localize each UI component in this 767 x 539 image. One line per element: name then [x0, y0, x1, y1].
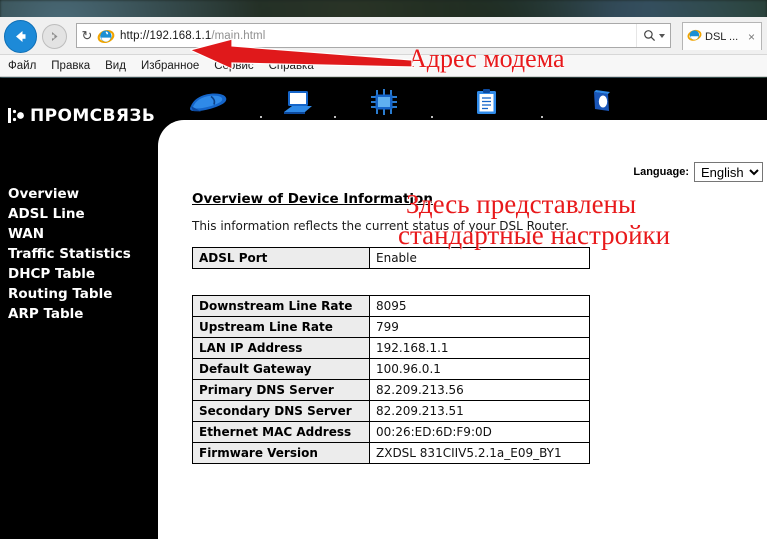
- row-value: Enable: [369, 247, 590, 269]
- url-text[interactable]: http://192.168.1.1/main.html: [117, 30, 636, 42]
- row-key: ADSL Port: [192, 247, 370, 269]
- address-bar[interactable]: ↻ http://192.168.1.1/main.html: [76, 23, 671, 48]
- url-path: /main.html: [211, 29, 266, 42]
- table-row: ADSL Port Enable: [192, 247, 590, 269]
- tab-title: DSL ...: [705, 30, 739, 43]
- row-value: 192.168.1.1: [369, 337, 590, 359]
- main-content: Overview of Device Information This info…: [192, 190, 752, 464]
- row-key: Secondary DNS Server: [192, 400, 370, 422]
- table-row: Upstream Line Rate 799: [192, 316, 590, 338]
- language-dropdown[interactable]: English: [694, 162, 763, 182]
- url-host: http://192.168.1.1: [120, 29, 212, 42]
- menu-item-edit[interactable]: Правка: [51, 60, 90, 72]
- back-button[interactable]: [4, 20, 37, 53]
- row-key: Downstream Line Rate: [192, 295, 370, 317]
- brand-logo: ПРОМСВЯЗЬ: [8, 106, 155, 126]
- magnifier-icon: [643, 30, 655, 42]
- back-arrow-icon: [16, 31, 26, 42]
- clipboard-icon: [473, 86, 501, 116]
- row-key: Ethernet MAC Address: [192, 421, 370, 443]
- table-row: Ethernet MAC Address 00:26:ED:6D:F9:0D: [192, 421, 590, 443]
- sidebar-item-dhcp-table[interactable]: DHCP Table: [8, 264, 158, 284]
- tab-ie-icon: [687, 27, 702, 47]
- ie-logo-icon: [97, 27, 117, 45]
- row-value: 82.209.213.51: [369, 400, 590, 422]
- row-value: 8095: [369, 295, 590, 317]
- sidebar-item-overview[interactable]: Overview: [8, 184, 158, 204]
- row-value: ZXDSL 831CIIV5.2.1a_E09_BY1: [369, 442, 590, 464]
- browser-tab[interactable]: DSL ... ×: [682, 22, 762, 50]
- language-selector[interactable]: Language: English: [633, 162, 763, 182]
- mouse-icon: [187, 86, 229, 116]
- table-row: Primary DNS Server 82.209.213.56: [192, 379, 590, 401]
- row-value: 100.96.0.1: [369, 358, 590, 380]
- row-key: Upstream Line Rate: [192, 316, 370, 338]
- page-subtitle: This information reflects the current st…: [192, 219, 570, 233]
- chip-icon: [369, 86, 399, 116]
- chevron-down-icon: [658, 33, 665, 38]
- page-title: Overview of Device Information: [192, 191, 433, 207]
- row-value: 82.209.213.56: [369, 379, 590, 401]
- sidebar-item-arp-table[interactable]: ARP Table: [8, 304, 158, 324]
- search-icon[interactable]: [636, 24, 670, 47]
- menu-item-favorites[interactable]: Избранное: [141, 60, 199, 72]
- browser-window: ↻ http://192.168.1.1/main.html DSL ... ×…: [0, 17, 767, 539]
- table-row: Downstream Line Rate 8095: [192, 295, 590, 317]
- refresh-icon[interactable]: ↻: [77, 29, 97, 42]
- table-row: Secondary DNS Server 82.209.213.51: [192, 400, 590, 422]
- sidebar-item-wan[interactable]: WAN: [8, 224, 158, 244]
- device-information-table: Downstream Line Rate 8095 Upstream Line …: [192, 295, 590, 464]
- menu-bar: Файл Правка Вид Избранное Сервис Справка: [0, 55, 767, 77]
- table-row: Default Gateway 100.96.0.1: [192, 358, 590, 380]
- forward-arrow-icon: [52, 32, 58, 41]
- sidebar-nav: Overview ADSL Line WAN Traffic Statistic…: [0, 156, 158, 539]
- browser-toolbar: ↻ http://192.168.1.1/main.html DSL ... ×: [0, 17, 767, 55]
- language-label: Language:: [633, 166, 689, 178]
- sidebar-item-adsl-line[interactable]: ADSL Line: [8, 204, 158, 224]
- menu-item-file[interactable]: Файл: [8, 60, 36, 72]
- row-value: 00:26:ED:6D:F9:0D: [369, 421, 590, 443]
- folder-icon: [588, 86, 616, 116]
- menu-item-view[interactable]: Вид: [105, 60, 126, 72]
- menu-item-tools[interactable]: Сервис: [214, 60, 253, 72]
- close-icon[interactable]: ×: [746, 30, 757, 44]
- table-spacer: [192, 269, 752, 281]
- sidebar-item-traffic-statistics[interactable]: Traffic Statistics: [8, 244, 158, 264]
- row-value: 799: [369, 316, 590, 338]
- row-key: Primary DNS Server: [192, 379, 370, 401]
- promsvyaz-logo-icon: [8, 106, 25, 126]
- menu-item-help[interactable]: Справка: [269, 60, 314, 72]
- row-key: LAN IP Address: [192, 337, 370, 359]
- table-row: Firmware Version ZXDSL 831CIIV5.2.1a_E09…: [192, 442, 590, 464]
- laptop-icon: [281, 86, 315, 116]
- adsl-port-table: ADSL Port Enable: [192, 247, 590, 269]
- sidebar-item-routing-table[interactable]: Routing Table: [8, 284, 158, 304]
- row-key: Default Gateway: [192, 358, 370, 380]
- forward-button[interactable]: [42, 24, 67, 49]
- router-web-interface: ПРОМСВЯЗЬ Quick Start: [0, 78, 767, 539]
- row-key: Firmware Version: [192, 442, 370, 464]
- brand-name: ПРОМСВЯЗЬ: [30, 106, 156, 126]
- table-row: LAN IP Address 192.168.1.1: [192, 337, 590, 359]
